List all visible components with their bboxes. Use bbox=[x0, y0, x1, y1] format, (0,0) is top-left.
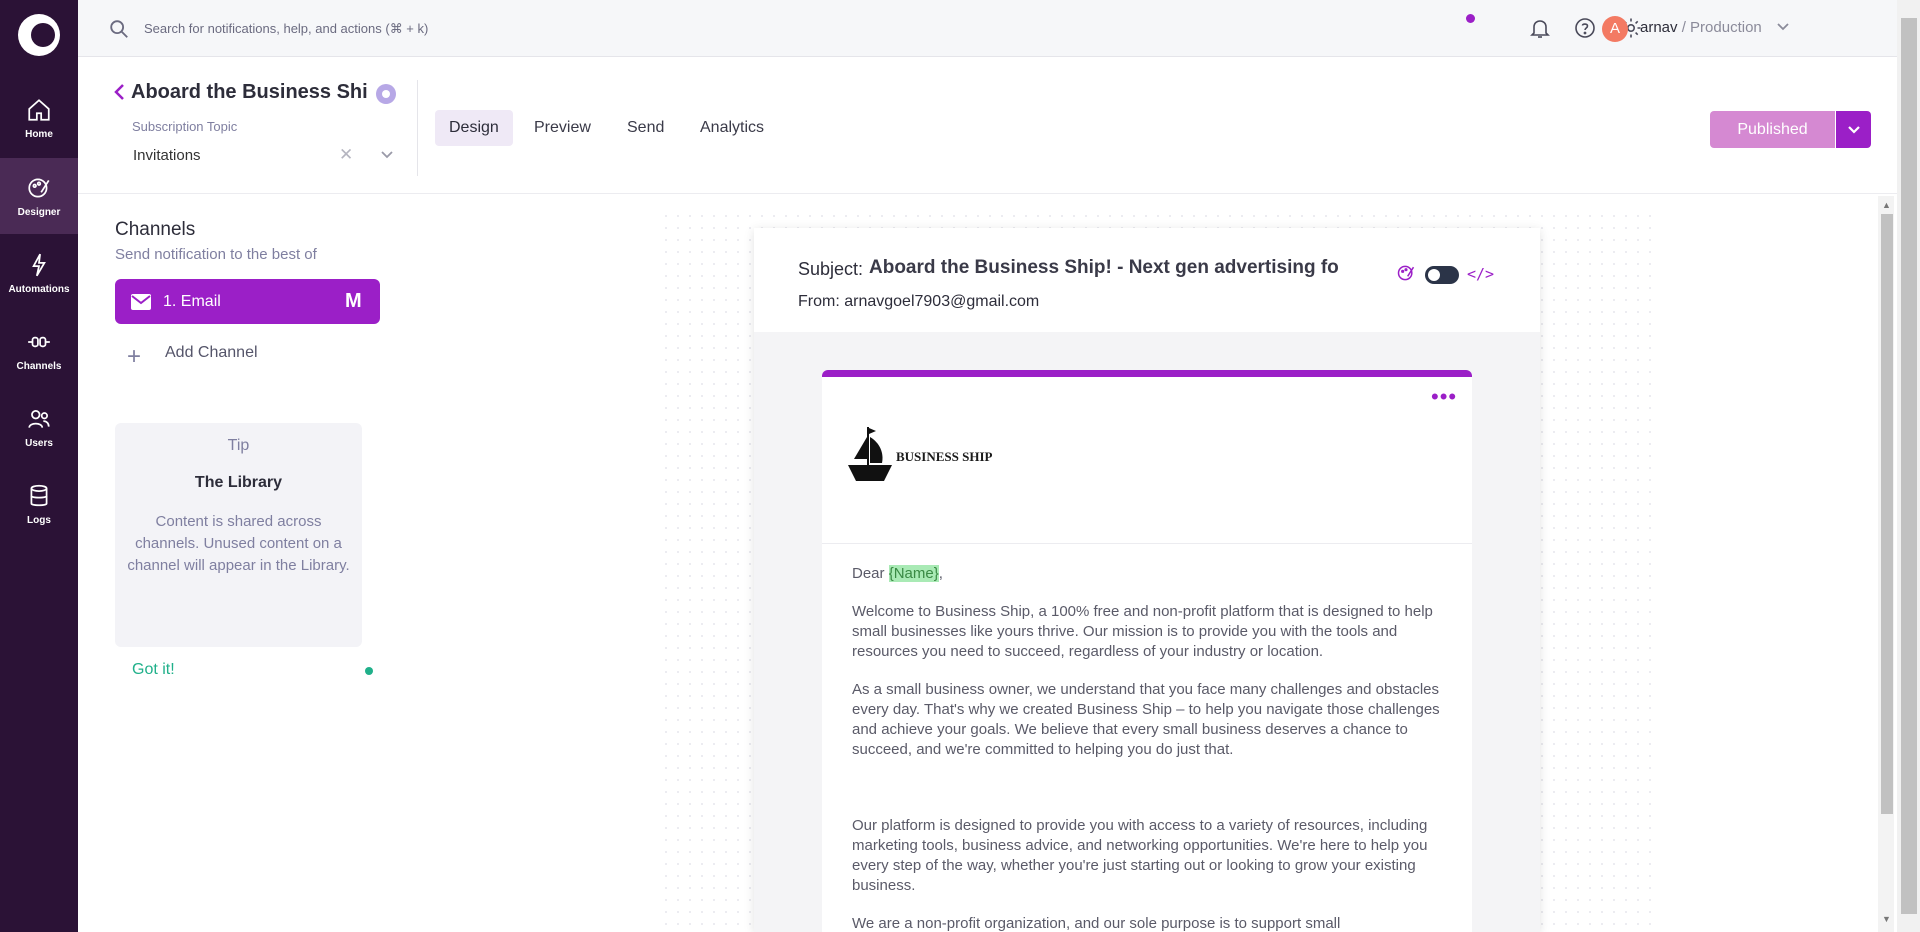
tab-send[interactable]: Send bbox=[613, 110, 678, 146]
from-line[interactable]: From: arnavgoel7903@gmail.com bbox=[798, 293, 1039, 311]
from-address: arnavgoel7903@gmail.com bbox=[844, 293, 1040, 310]
sidebar-item-channels[interactable]: Channels bbox=[0, 312, 78, 388]
tab-analytics[interactable]: Analytics bbox=[686, 110, 778, 146]
tip-body: Content is shared across channels. Unuse… bbox=[127, 513, 350, 574]
channel-label: 1. Email bbox=[163, 293, 221, 310]
greeting-prefix: Dear bbox=[852, 565, 889, 582]
sidebar-item-label: Home bbox=[25, 128, 53, 140]
code-view-icon[interactable]: </> bbox=[1467, 265, 1494, 283]
brand-name: BUSINESS SHIP bbox=[896, 449, 993, 464]
environment-name: Production bbox=[1690, 19, 1762, 36]
envelope-icon bbox=[131, 294, 151, 310]
search-input[interactable] bbox=[144, 17, 644, 39]
subject-field[interactable]: Aboard the Business Ship! - Next gen adv… bbox=[869, 257, 1379, 279]
scroll-up-arrow-icon[interactable]: ▲ bbox=[1882, 200, 1891, 210]
clear-icon[interactable]: ✕ bbox=[339, 145, 353, 165]
notification-badge bbox=[1466, 14, 1475, 23]
workspace-selector[interactable]: arnav / Production bbox=[1640, 19, 1762, 36]
palette-icon bbox=[28, 177, 50, 198]
paragraph: Welcome to Business Ship, a 100% free an… bbox=[852, 603, 1433, 660]
sidebar-item-label: Designer bbox=[17, 206, 61, 218]
tip-title: The Library bbox=[194, 474, 283, 491]
email-editor-card: Subject: Aboard the Business Ship! - Nex… bbox=[754, 228, 1540, 932]
lightning-icon bbox=[32, 253, 46, 276]
bell-icon[interactable] bbox=[1528, 16, 1552, 40]
add-channel-button[interactable]: Add Channel bbox=[165, 344, 258, 362]
sidebar-item-automations[interactable]: Automations bbox=[0, 235, 78, 311]
plus-icon[interactable]: + bbox=[127, 343, 141, 371]
body-divider bbox=[822, 543, 1472, 544]
gmail-icon: M bbox=[345, 290, 362, 312]
got-it-button[interactable]: Got it! bbox=[132, 661, 175, 679]
scroll-down-arrow-icon[interactable]: ▼ bbox=[1882, 914, 1891, 924]
avatar[interactable]: A bbox=[1602, 16, 1628, 42]
paragraph: As a small business owner, we understand… bbox=[852, 681, 1440, 758]
header-divider bbox=[417, 80, 418, 176]
sidebar-item-home[interactable]: Home bbox=[0, 80, 78, 156]
publish-dropdown-button[interactable] bbox=[1836, 111, 1871, 148]
tip-card: Tip The Library Content is shared across… bbox=[115, 423, 362, 647]
email-body-text[interactable]: Dear {Name}, Welcome to Business Ship, a… bbox=[852, 564, 1447, 932]
channels-subtitle: Send notification to the best of bbox=[115, 246, 317, 263]
sidebar-item-label: Automations bbox=[8, 283, 70, 295]
subscription-topic-select[interactable]: Invitations bbox=[133, 147, 201, 164]
sidebar-item-label: Users bbox=[25, 437, 53, 449]
sidebar-item-logs[interactable]: Logs bbox=[0, 466, 78, 542]
tip-heading: Tip bbox=[227, 437, 250, 454]
channels-title: Channels bbox=[115, 219, 196, 240]
channel-item-email[interactable]: 1. Email M bbox=[115, 279, 380, 324]
published-button[interactable]: Published bbox=[1710, 111, 1835, 148]
sidebar-item-label: Logs bbox=[27, 514, 51, 526]
page-scroll-thumb[interactable] bbox=[1901, 18, 1917, 914]
html-mode-toggle[interactable] bbox=[1425, 266, 1459, 284]
plug-icon bbox=[28, 336, 50, 347]
env-separator: / bbox=[1677, 19, 1691, 36]
chevron-down-icon[interactable] bbox=[380, 150, 394, 160]
palette-icon[interactable] bbox=[1396, 263, 1416, 283]
email-content-block[interactable]: ••• BUSINESS SHIP Dear {Name}, Welcome t… bbox=[822, 370, 1472, 932]
email-header: Subject: Aboard the Business Ship! - Nex… bbox=[754, 228, 1540, 332]
sidebar-item-designer[interactable]: Designer bbox=[0, 158, 78, 234]
sidebar-item-label: Channels bbox=[16, 360, 62, 372]
tab-design[interactable]: Design bbox=[435, 110, 513, 146]
database-icon bbox=[30, 484, 48, 506]
from-label: From: bbox=[798, 293, 840, 310]
user-name: arnav bbox=[1640, 19, 1678, 36]
home-icon bbox=[28, 98, 50, 121]
tip-progress-dot bbox=[365, 667, 373, 675]
help-icon[interactable] bbox=[1573, 16, 1597, 40]
greeting-line: Dear {Name}, bbox=[852, 564, 1447, 584]
canvas-scroll-thumb[interactable] bbox=[1881, 214, 1893, 814]
search-icon bbox=[110, 20, 128, 38]
more-options-icon[interactable]: ••• bbox=[1431, 384, 1457, 410]
paragraph: Our platform is designed to provide you … bbox=[852, 817, 1428, 894]
left-sidebar: Home Designer Automations Channels Users… bbox=[0, 0, 78, 932]
subject-label: Subject: bbox=[798, 259, 864, 279]
name-variable[interactable]: {Name} bbox=[888, 565, 939, 582]
app-logo[interactable] bbox=[18, 14, 60, 56]
chevron-down-icon[interactable] bbox=[1776, 20, 1790, 34]
settings-badge-icon[interactable] bbox=[376, 84, 396, 104]
ship-logo-icon bbox=[848, 427, 892, 481]
chevron-down-icon bbox=[1847, 125, 1860, 134]
sidebar-item-users[interactable]: Users bbox=[0, 389, 78, 465]
tab-preview[interactable]: Preview bbox=[520, 110, 605, 146]
page-title[interactable]: Aboard the Business Shi bbox=[131, 81, 371, 104]
users-icon bbox=[28, 409, 50, 428]
greeting-suffix: , bbox=[938, 565, 943, 582]
paragraph: We are a non-profit organization, and ou… bbox=[852, 915, 1341, 932]
subscription-topic-label: Subscription Topic bbox=[132, 119, 238, 134]
back-chevron-icon[interactable] bbox=[113, 83, 125, 101]
header-border bbox=[78, 193, 1920, 194]
